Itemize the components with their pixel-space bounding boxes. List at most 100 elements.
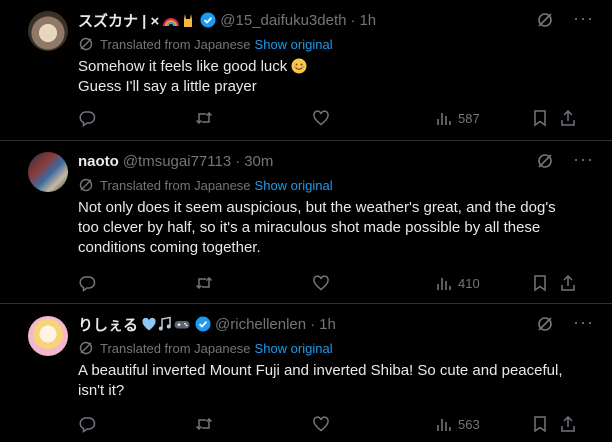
user-handle[interactable]: @15_daifuku3deth [220, 12, 346, 29]
views-count: 587 [458, 110, 480, 126]
reply-icon [78, 274, 96, 292]
display-name[interactable]: naoto [78, 153, 119, 170]
music-notes-emoji-icon [157, 316, 173, 332]
tweet-header: りしぇる @richellenlen · 1h ··· [78, 313, 594, 335]
tweet-text-line: Guess I'll say a little prayer [78, 78, 257, 95]
translate-icon [78, 177, 100, 193]
reply-button[interactable] [78, 108, 96, 128]
smiling-face-emoji-icon [291, 58, 307, 74]
share-icon [560, 415, 576, 433]
views-icon [436, 275, 452, 291]
tweet-text-line: A beautiful inverted Mount Fuji and inve… [78, 362, 563, 379]
like-icon [312, 109, 330, 127]
verified-badge-icon [195, 316, 211, 332]
like-button[interactable] [312, 414, 330, 434]
user-handle[interactable]: @tmsugai77113 [123, 153, 231, 170]
grok-icon[interactable] [536, 11, 554, 29]
tweet-text-line: isn't it? [78, 382, 125, 399]
views-button[interactable]: 587 [430, 108, 480, 128]
share-icon [560, 109, 576, 127]
views-count: 410 [458, 275, 480, 291]
share-icon [560, 274, 576, 292]
tweet-header: naoto @tmsugai77113 · 30m ··· [78, 150, 594, 171]
bookmark-icon [532, 109, 548, 127]
translation-notice: Translated from Japanese Show original [78, 177, 333, 193]
retweet-button[interactable] [194, 108, 214, 128]
tweet-actions: 563 [78, 414, 594, 434]
tweet-text-line: too clever by half, so it's a miraculous… [78, 219, 541, 236]
tweet-text-line: Not only does it seem auspicious, but th… [78, 199, 556, 216]
retweet-button[interactable] [194, 273, 214, 293]
tweet-actions: 410 [78, 273, 594, 293]
more-icon[interactable]: ··· [573, 150, 594, 168]
tweet-text-line: Somehow it feels like good luck [78, 58, 288, 75]
display-name[interactable]: りしぇる [78, 314, 138, 335]
reply-button[interactable] [78, 273, 96, 293]
tweet-text: Not only does it seem auspicious, but th… [78, 198, 594, 258]
translated-label: Translated from Japanese [100, 36, 251, 52]
user-handle[interactable]: @richellenlen [215, 316, 306, 333]
avatar[interactable] [28, 152, 68, 192]
tweet-2[interactable]: naoto @tmsugai77113 · 30m ··· Translated… [0, 141, 612, 304]
grok-icon[interactable] [536, 315, 554, 333]
views-button[interactable]: 563 [430, 414, 480, 434]
blue-heart-emoji-icon [141, 316, 157, 332]
timestamp[interactable]: 30m [244, 153, 273, 170]
translate-icon [78, 36, 100, 52]
share-button[interactable] [560, 414, 576, 434]
retweet-icon [194, 415, 214, 433]
tweet-1[interactable]: スズカナ | × @15_daifuku3deth · 1h ··· Trans… [0, 0, 612, 141]
more-icon[interactable]: ··· [573, 313, 594, 331]
views-icon [436, 110, 452, 126]
display-name[interactable]: スズカナ | × [78, 10, 159, 31]
views-button[interactable]: 410 [430, 273, 480, 293]
reply-icon [78, 109, 96, 127]
timestamp[interactable]: 1h [319, 316, 336, 333]
timestamp[interactable]: 1h [359, 12, 376, 29]
reply-button[interactable] [78, 414, 96, 434]
views-icon [436, 416, 452, 432]
more-icon[interactable]: ··· [573, 9, 594, 27]
views-count: 563 [458, 416, 480, 432]
tweet-text-line: conditions coming together. [78, 239, 261, 256]
tweet-header: スズカナ | × @15_daifuku3deth · 1h ··· [78, 9, 594, 31]
retweet-button[interactable] [194, 414, 214, 434]
separator-dot: · [350, 11, 356, 29]
verified-badge-icon [200, 12, 216, 28]
like-button[interactable] [312, 273, 330, 293]
translated-label: Translated from Japanese [100, 177, 251, 193]
like-icon [312, 274, 330, 292]
like-icon [312, 415, 330, 433]
tweet-3[interactable]: りしぇる @richellenlen · 1h ··· Translated f… [0, 304, 612, 442]
game-controller-emoji-icon [173, 316, 191, 332]
share-button[interactable] [560, 108, 576, 128]
translation-notice: Translated from Japanese Show original [78, 36, 333, 52]
tweet-actions: 587 [78, 108, 594, 128]
tweet-text: A beautiful inverted Mount Fuji and inve… [78, 361, 594, 401]
translated-label: Translated from Japanese [100, 340, 251, 356]
rock-hand-emoji-icon [180, 12, 196, 28]
bookmark-icon [532, 415, 548, 433]
like-button[interactable] [312, 108, 330, 128]
separator-dot: · [235, 152, 241, 170]
bookmark-icon [532, 274, 548, 292]
rainbow-emoji-icon [162, 12, 180, 28]
grok-icon[interactable] [536, 152, 554, 170]
bookmark-button[interactable] [532, 108, 548, 128]
avatar[interactable] [28, 316, 68, 356]
bookmark-button[interactable] [532, 414, 548, 434]
retweet-icon [194, 274, 214, 292]
share-button[interactable] [560, 273, 576, 293]
show-original-link[interactable]: Show original [255, 178, 333, 193]
retweet-icon [194, 109, 214, 127]
bookmark-button[interactable] [532, 273, 548, 293]
avatar[interactable] [28, 11, 68, 51]
tweet-text: Somehow it feels like good luck Guess I'… [78, 57, 594, 97]
translate-icon [78, 340, 100, 356]
show-original-link[interactable]: Show original [255, 37, 333, 52]
reply-icon [78, 415, 96, 433]
separator-dot: · [310, 315, 316, 333]
show-original-link[interactable]: Show original [255, 341, 333, 356]
reply-feed: スズカナ | × @15_daifuku3deth · 1h ··· Trans… [0, 0, 612, 442]
translation-notice: Translated from Japanese Show original [78, 340, 333, 356]
